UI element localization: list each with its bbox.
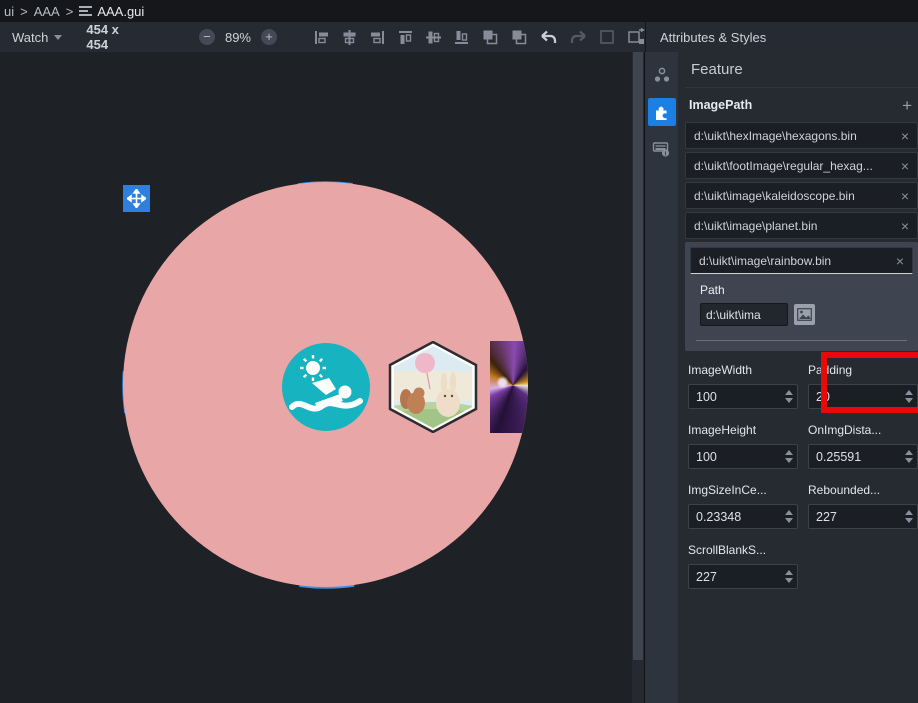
field-onimgdistance: OnImgDista...: [808, 423, 918, 469]
redo-icon[interactable]: [569, 29, 588, 46]
align-center-horizontal-icon[interactable]: [341, 29, 358, 46]
field-label: OnImgDista...: [808, 423, 918, 437]
imagepath-item[interactable]: d:\uikt\image\rainbow.bin ×: [690, 247, 913, 274]
stepper-buttons[interactable]: [901, 450, 917, 463]
field-label: Rebounded...: [808, 483, 918, 497]
chevron-down-icon: [54, 35, 62, 40]
tab-form-info[interactable]: i: [648, 135, 676, 163]
imagepath-label: ImagePath: [689, 98, 752, 112]
path-field-label: Path: [700, 283, 913, 297]
breadcrumb: ui > AAA > AAA.gui: [0, 0, 918, 22]
stepper-buttons[interactable]: [781, 390, 797, 403]
align-top-icon[interactable]: [397, 29, 414, 46]
tab-feature[interactable]: [648, 98, 676, 126]
align-middle-vertical-icon[interactable]: [425, 29, 442, 46]
stepper-buttons[interactable]: [901, 390, 917, 403]
canvas-size-label: 454 x 454: [86, 22, 139, 52]
divider: [696, 340, 907, 341]
bring-to-front-icon[interactable]: [481, 28, 499, 46]
imagepath-item[interactable]: d:\uikt\image\planet.bin ×: [685, 212, 918, 239]
image-icon: [797, 308, 812, 321]
transform-icon[interactable]: [626, 28, 645, 46]
breadcrumb-separator: >: [66, 4, 74, 19]
imgsizeincenter-input[interactable]: [689, 510, 781, 524]
watch-dropdown[interactable]: Watch: [12, 30, 62, 45]
path-input[interactable]: [700, 303, 788, 326]
add-imagepath-button[interactable]: +: [902, 97, 912, 114]
breadcrumb-segment[interactable]: ui: [4, 4, 14, 19]
canvas-vertical-scrollbar[interactable]: [632, 52, 644, 703]
field-label: ScrollBlankS...: [688, 543, 798, 557]
imagepath-value: d:\uikt\hexImage\hexagons.bin: [694, 129, 857, 143]
field-label: ImgSizeInCe...: [688, 483, 798, 497]
stepper-buttons[interactable]: [781, 510, 797, 523]
breadcrumb-file-label: AAA.gui: [97, 4, 144, 19]
padding-input[interactable]: [809, 390, 901, 404]
zoom-in-button[interactable]: +: [261, 29, 277, 45]
field-imagewidth: ImageWidth: [688, 363, 798, 409]
field-imageheight: ImageHeight: [688, 423, 798, 469]
align-bottom-icon[interactable]: [453, 29, 470, 46]
tab-hierarchy[interactable]: [648, 61, 676, 89]
toolbar: Watch 454 x 454 − 89% +: [0, 22, 645, 52]
remove-imagepath-button[interactable]: ×: [901, 158, 909, 174]
nodes-icon: [653, 66, 671, 84]
watch-label: Watch: [12, 30, 48, 45]
section-title: Feature: [685, 52, 918, 88]
imageheight-input[interactable]: [689, 450, 781, 464]
imagepath-value: d:\uikt\image\planet.bin: [694, 219, 817, 233]
form-info-icon: i: [652, 140, 671, 158]
swimmer-icon: [282, 343, 370, 431]
imagepath-item[interactable]: d:\uikt\hexImage\hexagons.bin ×: [685, 122, 918, 149]
remove-imagepath-button[interactable]: ×: [896, 253, 904, 269]
hexagon-rabbit-image[interactable]: [388, 341, 478, 433]
stepper-buttons[interactable]: [781, 450, 797, 463]
breadcrumb-segment[interactable]: AAA: [34, 4, 60, 19]
breadcrumb-separator: >: [20, 4, 28, 19]
field-scrollblanksize: ScrollBlankS...: [688, 543, 798, 589]
field-label: ImageHeight: [688, 423, 798, 437]
field-rebounded: Rebounded...: [808, 483, 918, 529]
circular-widget[interactable]: [123, 182, 528, 587]
puzzle-icon: [653, 104, 670, 121]
design-canvas[interactable]: [0, 52, 632, 703]
imagepath-item[interactable]: d:\uikt\footImage\regular_hexag... ×: [685, 152, 918, 179]
imagepath-value: d:\uikt\image\rainbow.bin: [699, 254, 831, 268]
document-outline-icon: [79, 4, 92, 18]
breadcrumb-file[interactable]: AAA.gui: [79, 4, 144, 19]
imagepath-item-expanded: d:\uikt\image\rainbow.bin × Path: [685, 242, 918, 351]
align-right-icon[interactable]: [369, 29, 386, 46]
move-handle[interactable]: [123, 185, 150, 212]
remove-imagepath-button[interactable]: ×: [901, 128, 909, 144]
imagewidth-input[interactable]: [689, 390, 781, 404]
field-label: ImageWidth: [688, 363, 798, 377]
send-to-back-icon[interactable]: [510, 28, 528, 46]
stepper-buttons[interactable]: [901, 510, 917, 523]
move-arrows-icon: [127, 189, 146, 208]
imagepath-value: d:\uikt\footImage\regular_hexag...: [694, 159, 873, 173]
image-picker-button[interactable]: [794, 304, 815, 325]
remove-imagepath-button[interactable]: ×: [901, 218, 909, 234]
field-label: Padding: [808, 363, 918, 377]
undo-icon[interactable]: [539, 29, 558, 46]
onimgdistance-input[interactable]: [809, 450, 901, 464]
selection-box-icon[interactable]: [599, 29, 615, 45]
zoom-level: 89%: [225, 30, 251, 45]
field-padding: Padding: [808, 363, 918, 409]
attributes-panel: i Feature ImagePath + d:\uikt\hexImage\h…: [645, 52, 918, 703]
scrollbar-thumb[interactable]: [633, 52, 643, 660]
align-left-icon[interactable]: [313, 29, 330, 46]
kaleidoscope-image[interactable]: [490, 341, 528, 433]
remove-imagepath-button[interactable]: ×: [901, 188, 909, 204]
stepper-buttons[interactable]: [781, 570, 797, 583]
zoom-out-button[interactable]: −: [199, 29, 215, 45]
field-imgsizeincenter: ImgSizeInCe...: [688, 483, 798, 529]
scrollblanksize-input[interactable]: [689, 570, 781, 584]
rebounded-input[interactable]: [809, 510, 901, 524]
imagepath-value: d:\uikt\image\kaleidoscope.bin: [694, 189, 855, 203]
panel-tab-strip: i: [645, 52, 678, 703]
swim-badge-image[interactable]: [282, 343, 370, 431]
panel-title: Attributes & Styles: [645, 22, 918, 52]
imagepath-item[interactable]: d:\uikt\image\kaleidoscope.bin ×: [685, 182, 918, 209]
